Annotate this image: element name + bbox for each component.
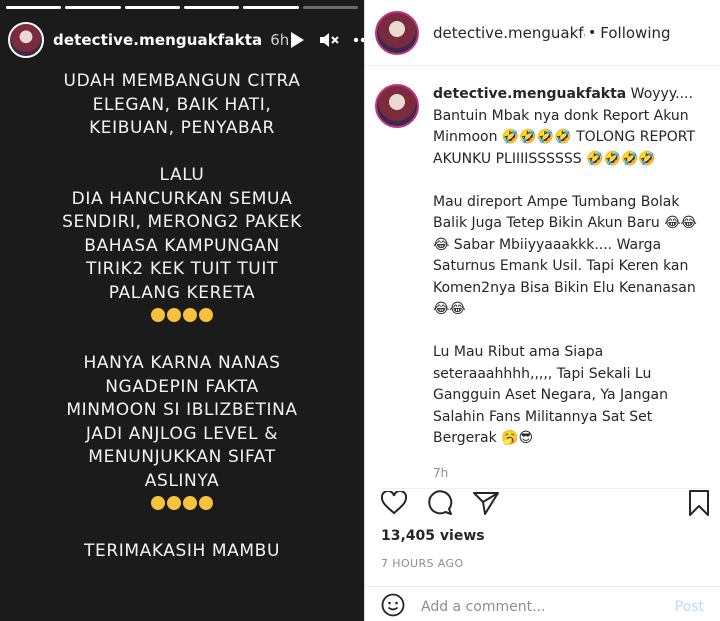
share-icon[interactable]	[473, 491, 499, 519]
more-icon[interactable]	[353, 37, 364, 43]
story-line: BAHASA KAMPUNGAN	[84, 235, 280, 256]
story-line: ASLINYA	[144, 470, 220, 491]
story-username[interactable]: detective.menguakfakta	[53, 31, 262, 49]
post-timestamp: 7 HOURS AGO	[381, 557, 464, 570]
story-line: MINMOON SI IBLIZBETINA	[66, 400, 298, 420]
post-panel: detective.menguakfakt • Following detect…	[364, 0, 720, 621]
caption-text: Lu Mau Ribut ama Siapa seteraaahhhh,,,,,…	[433, 344, 668, 446]
separator-dot: •	[588, 24, 597, 41]
story-line: DIA HANCURKAN SEMUA	[71, 188, 293, 209]
story-line: ELEGAN, BAIK HATI,	[92, 94, 272, 115]
story-line: MENUNJUKKAN SIFAT	[88, 447, 276, 467]
laughing-emoji-icon	[183, 496, 197, 510]
story-line: LALU	[159, 165, 205, 185]
heart-icon[interactable]	[380, 489, 408, 519]
story-line: TIRIK2 KEK TUIT TUIT	[86, 259, 278, 279]
story-line: SENDIRI, MERONG2 PAKEK	[62, 212, 302, 232]
laughing-emoji-icon	[167, 308, 181, 322]
laughing-emoji-icon	[183, 308, 197, 322]
story-line: NGADEPIN FAKTA	[105, 376, 259, 397]
story-header: detective.menguakfakta 6h	[8, 20, 364, 60]
emoji-icon[interactable]	[381, 593, 405, 621]
story-viewer[interactable]: detective.menguakfakta 6h UDAH MEMBANGUN…	[0, 0, 364, 621]
laughing-emoji-icon	[167, 496, 181, 510]
story-line: JADI ANJLOG LEVEL &	[85, 423, 279, 444]
story-line: PALANG KERETA	[108, 282, 256, 303]
story-text: UDAH MEMBANGUN CITRA ELEGAN, BAIK HATI, KE…	[0, 70, 364, 564]
caption: detective.menguakfakta Woyyy.... Bantuin…	[365, 66, 720, 488]
action-bar	[380, 488, 710, 520]
comment-input[interactable]: Add a comment...	[421, 599, 675, 615]
story-progress	[6, 6, 358, 9]
laughing-emoji-icon	[151, 308, 165, 322]
story-line: KEIBUAN, PENYABAR	[89, 118, 275, 138]
avatar[interactable]	[8, 22, 44, 58]
post-username[interactable]: detective.menguakfakt	[433, 24, 585, 42]
avatar[interactable]	[375, 10, 419, 55]
post-button[interactable]: Post	[675, 599, 704, 615]
story-line: HANYA KARNA NANAS	[83, 353, 281, 373]
laughing-emoji-icon	[199, 496, 213, 510]
view-count[interactable]: 13,405 views	[381, 528, 485, 544]
laughing-emoji-icon	[151, 496, 165, 510]
caption-text: Mau direport Ampe Tumbang Bolak Balik Ju…	[433, 193, 697, 318]
story-line: TERIMAKASIH MAMBU	[84, 541, 280, 561]
emoji-row	[0, 493, 364, 517]
comment-icon[interactable]	[427, 489, 453, 520]
bookmark-icon[interactable]	[688, 489, 710, 520]
following-button[interactable]: Following	[600, 24, 670, 42]
post-header: detective.menguakfakt • Following	[365, 0, 720, 66]
comment-bar: Add a comment... Post	[365, 586, 720, 621]
story-line: UDAH MEMBANGUN CITRA	[63, 71, 301, 91]
emoji-row	[0, 305, 364, 329]
laughing-emoji-icon	[199, 308, 213, 322]
caption-timestamp: 7h	[433, 466, 449, 480]
play-icon[interactable]	[289, 31, 305, 49]
story-timestamp: 6h	[270, 31, 290, 49]
mute-icon[interactable]	[319, 31, 340, 49]
caption-username[interactable]: detective.menguakfakta	[433, 86, 626, 102]
avatar[interactable]	[375, 84, 419, 128]
